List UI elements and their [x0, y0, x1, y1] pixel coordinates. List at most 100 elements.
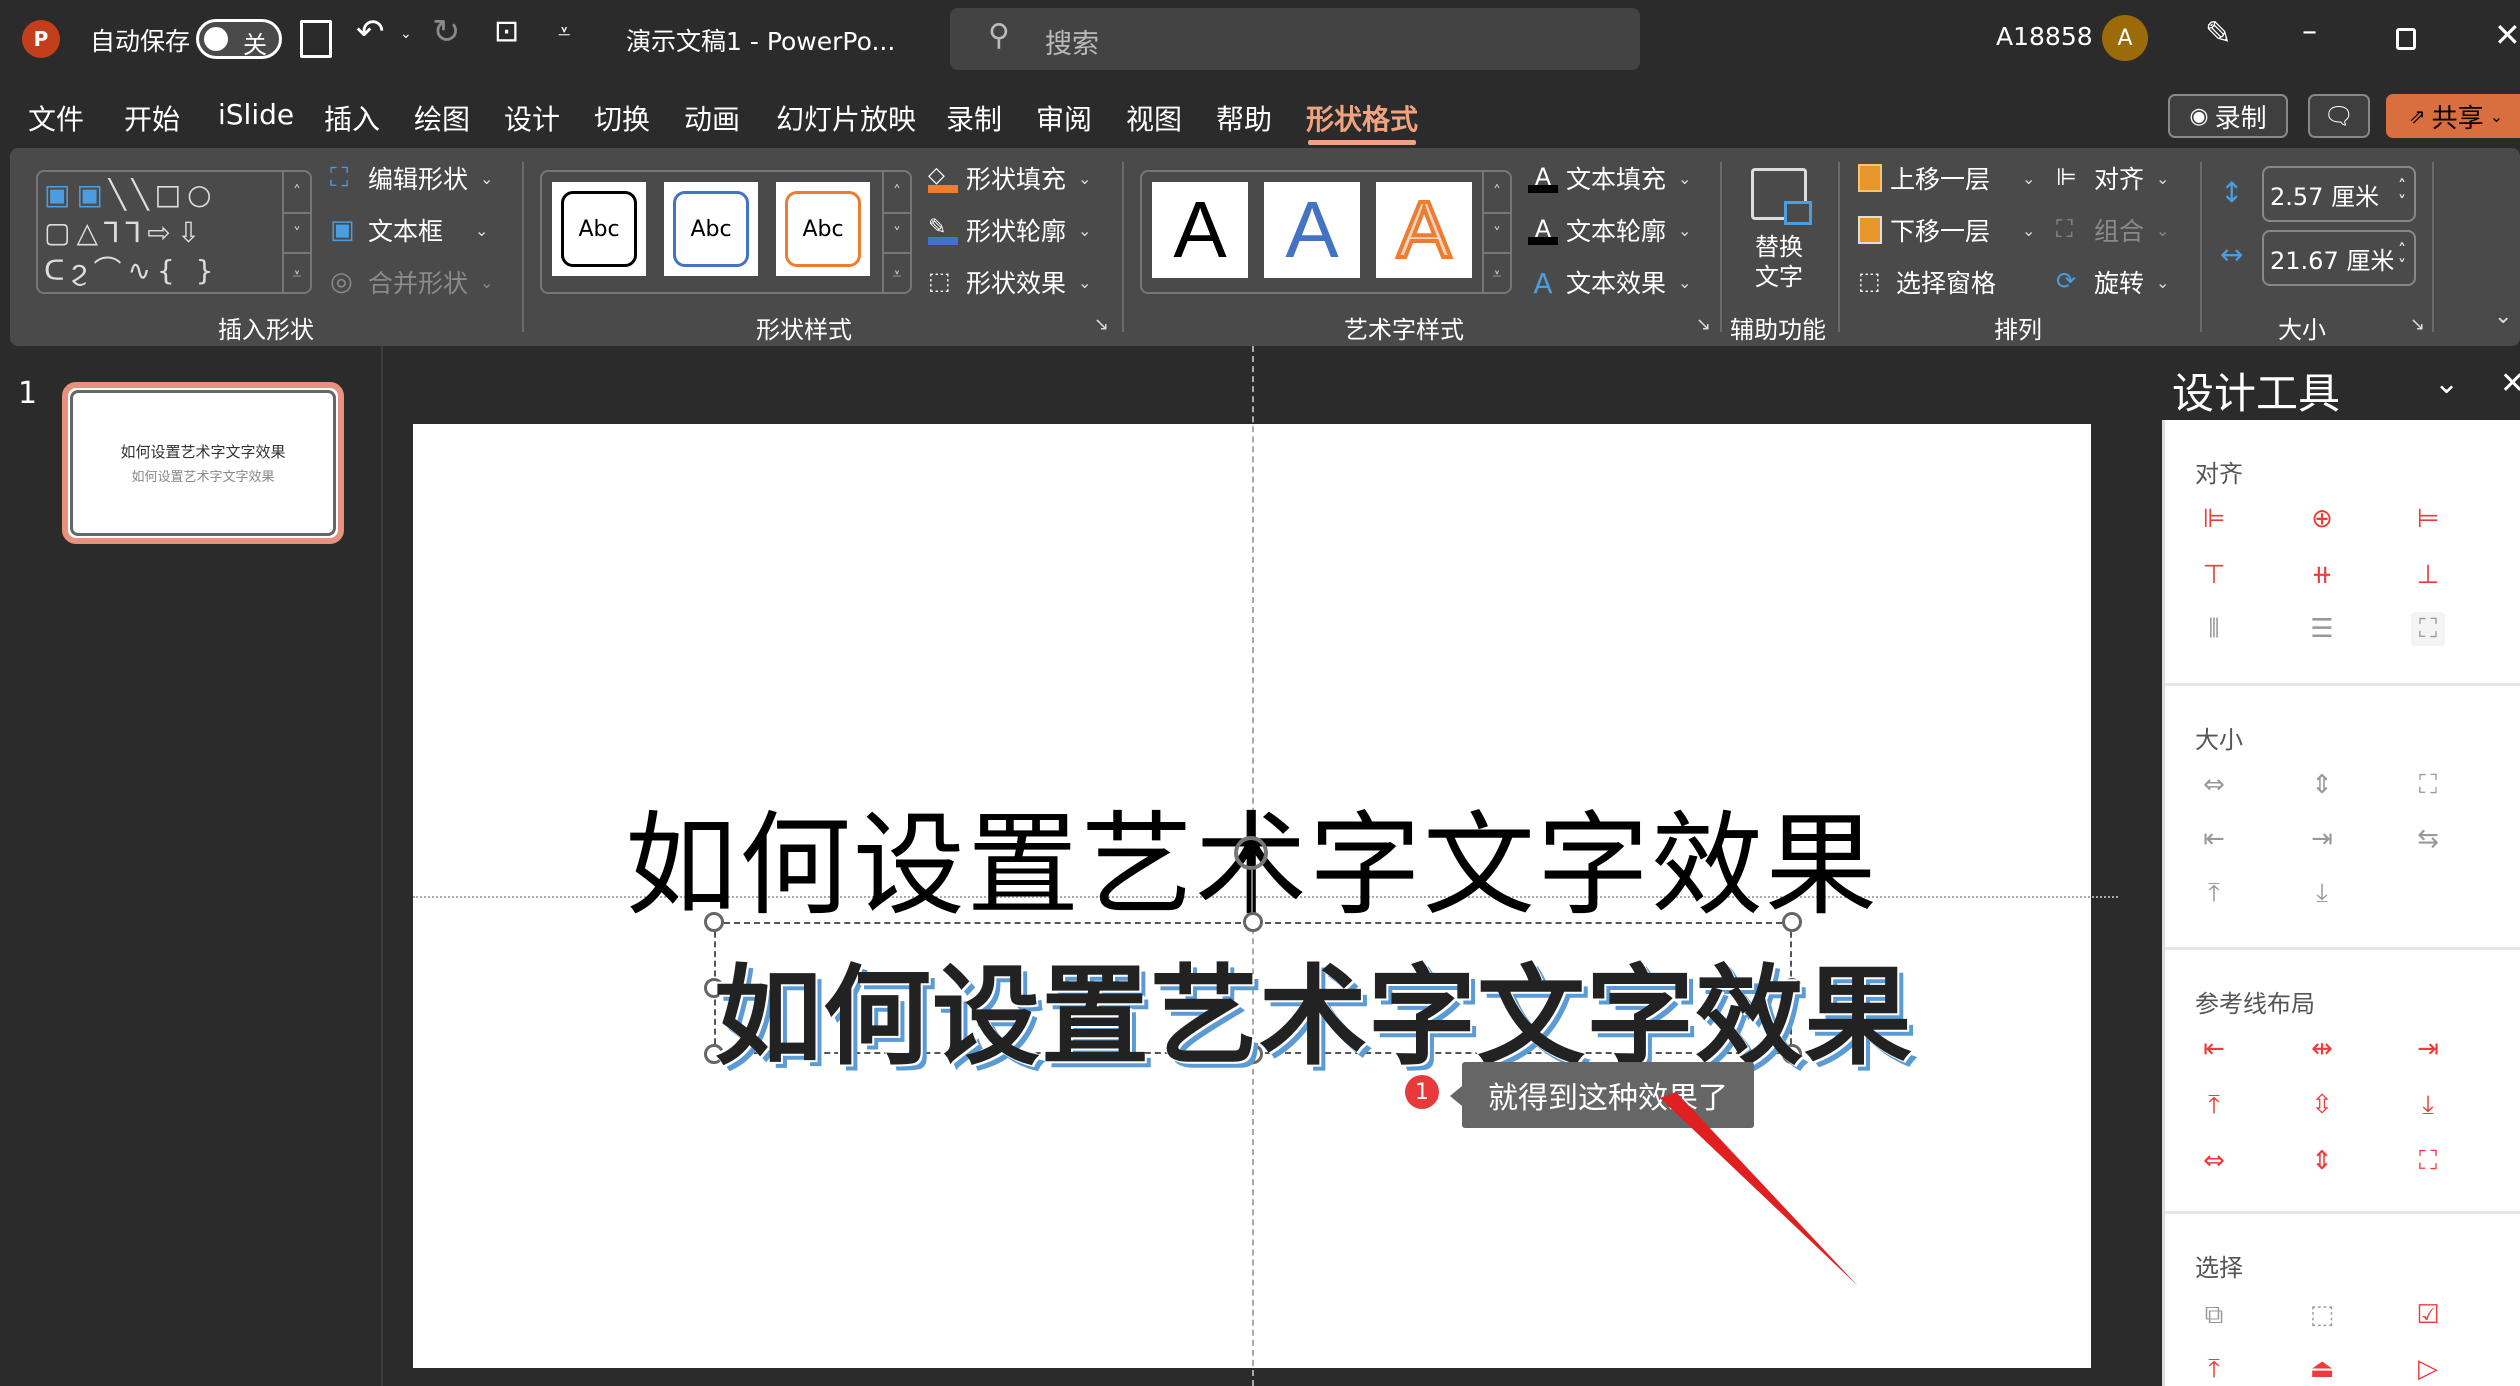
guide-center-h-icon[interactable]: ⇹ [2305, 1032, 2339, 1066]
spinner-arrows-icon[interactable]: ˄ ˅ [2398, 242, 2406, 274]
same-size-icon[interactable]: ⛶ [2411, 768, 2445, 802]
triangle-shape-icon[interactable]: △ [76, 216, 104, 249]
shape-style-preview-black[interactable]: Abc [552, 182, 646, 276]
textbox-shape-icon[interactable]: ▣▣ [44, 178, 109, 211]
distribute-horizontal-icon[interactable]: ⫴ [2197, 612, 2231, 646]
rotation-handle-icon[interactable] [1234, 836, 1268, 870]
panel-collapse-chevron-icon[interactable]: ⌄ [2434, 366, 2459, 401]
undo-dropdown-chevron-icon[interactable]: ⌄ [400, 26, 412, 42]
guide-fit-width-icon[interactable]: ⇔ [2197, 1144, 2231, 1178]
dialog-launcher-icon[interactable]: ↘ [2410, 314, 2425, 335]
tab-design[interactable]: 设计 [504, 98, 560, 138]
merge-shapes-button[interactable]: ◎ 合并形状 ⌄ [330, 264, 493, 300]
select-pointer-icon[interactable]: ▷ [2411, 1352, 2445, 1386]
shape-style-preview-blue[interactable]: Abc [664, 182, 758, 276]
line-shape-icon[interactable]: ╲╲ [109, 178, 155, 211]
collapse-ribbon-icon[interactable]: ⌄ [2494, 304, 2512, 329]
bring-forward-button[interactable]: 上移一层 ⌄ [1858, 160, 2035, 196]
tab-home[interactable]: 开始 [124, 98, 180, 138]
same-width-icon[interactable]: ⇔ [2197, 768, 2231, 802]
designer-pen-icon[interactable]: ✎ [2205, 14, 2232, 52]
guide-fit-all-icon[interactable]: ⛶ [2411, 1144, 2445, 1178]
resize-handle-top-left[interactable] [704, 912, 724, 932]
customize-toolbar-icon[interactable]: ⩡ [558, 20, 570, 45]
shape-outline-button[interactable]: ✎ 形状轮廓 ⌄ [928, 212, 1091, 248]
close-icon[interactable]: ✕ [2494, 16, 2520, 54]
gallery-scroll-down-icon[interactable]: ˅ [882, 212, 910, 252]
oval-shape-icon[interactable]: ○ [187, 178, 217, 211]
panel-close-icon[interactable]: ✕ [2500, 366, 2520, 401]
tab-draw[interactable]: 绘图 [414, 98, 470, 138]
user-name[interactable]: A18858 [1996, 22, 2093, 51]
text-fill-button[interactable]: A 文本填充 ⌄ [1528, 160, 1691, 196]
shapes-gallery[interactable]: ▣▣╲╲□○ ▢△⅂⅂⇨⇩ ᑕϩ⌒∿{ } ˄ ˅ ⩡ [36, 170, 312, 294]
dialog-launcher-icon[interactable]: ↘ [1696, 314, 1711, 335]
align-top-icon[interactable]: ⊤ [2197, 558, 2231, 592]
shape-width-input[interactable]: 21.67 厘米 ˄ ˅ [2262, 230, 2416, 286]
redo-icon[interactable]: ↻ [432, 12, 461, 52]
slide-thumbnail[interactable]: 如何设置艺术字文字效果 如何设置艺术字文字效果 [62, 382, 344, 544]
record-button[interactable]: ◉ 录制 [2168, 94, 2288, 138]
extend-top-icon[interactable]: ⤒ [2197, 876, 2231, 910]
freeform-shape-icon[interactable]: ᑕ [44, 254, 70, 287]
tab-review[interactable]: 审阅 [1036, 98, 1092, 138]
tab-help[interactable]: 帮助 [1216, 98, 1272, 138]
select-in-area-icon[interactable]: ⬚ [2305, 1298, 2339, 1332]
align-button[interactable]: ⊫ 对齐 ⌄ [2056, 160, 2169, 196]
gallery-more-icon[interactable]: ⩡ [282, 252, 310, 292]
guide-right-icon[interactable]: ⇥ [2411, 1032, 2445, 1066]
restore-icon[interactable] [2396, 28, 2416, 50]
resize-handle-top[interactable] [1243, 912, 1263, 932]
shape-effects-button[interactable]: ⬚ 形状效果 ⌄ [928, 264, 1091, 300]
share-button[interactable]: ⇗ 共享 ⌄ [2386, 94, 2520, 138]
text-outline-button[interactable]: A 文本轮廓 ⌄ [1528, 212, 1691, 248]
extend-bottom-icon[interactable]: ⤓ [2305, 876, 2339, 910]
tab-insert[interactable]: 插入 [324, 98, 380, 138]
selection-pane-button[interactable]: ⬚ 选择窗格 [1858, 264, 1996, 300]
select-same-level-icon[interactable]: ⏏ [2305, 1352, 2339, 1386]
avatar[interactable]: A [2102, 15, 2148, 61]
select-all-checked-icon[interactable]: ☑ [2411, 1298, 2445, 1332]
align-right-icon[interactable]: ⊨ [2411, 502, 2445, 536]
rectangle-shape-icon[interactable]: □ [155, 178, 187, 211]
scribble-shape-icon[interactable]: ϩ [70, 254, 93, 287]
guide-bottom-icon[interactable]: ⤓ [2411, 1088, 2445, 1122]
tab-record[interactable]: 录制 [946, 98, 1002, 138]
undo-icon[interactable]: ↶ [356, 12, 385, 52]
gallery-scroll-down-icon[interactable]: ˅ [1482, 212, 1510, 252]
extend-left-icon[interactable]: ⇤ [2197, 822, 2231, 856]
tab-islide[interactable]: iSlide [218, 98, 294, 131]
extend-right-icon[interactable]: ⇥ [2305, 822, 2339, 856]
rotate-button[interactable]: ⟳ 旋转 ⌄ [2056, 264, 2169, 300]
distribute-vertical-icon[interactable]: ☰ [2305, 612, 2339, 646]
arrow-down-shape-icon[interactable]: ⇩ [177, 216, 206, 249]
tab-slideshow[interactable]: 幻灯片放映 [776, 98, 916, 138]
align-left-icon[interactable]: ⊫ [2197, 502, 2231, 536]
wordart-style-black[interactable]: A [1152, 182, 1248, 278]
tab-transitions[interactable]: 切换 [594, 98, 650, 138]
guide-top-icon[interactable]: ⤒ [2197, 1088, 2231, 1122]
tab-file[interactable]: 文件 [28, 98, 84, 138]
brace-shape-icon[interactable]: { } [157, 254, 220, 287]
alt-text-button[interactable]: 替换 文字 [1744, 164, 1814, 304]
gallery-scroll-up-icon[interactable]: ˄ [1482, 172, 1510, 212]
gallery-scroll-down-icon[interactable]: ˅ [282, 212, 310, 252]
wordart-style-orange[interactable]: A [1376, 182, 1472, 278]
align-center-icon[interactable]: ⊕ [2305, 502, 2339, 536]
select-above-icon[interactable]: ⤒ [2197, 1352, 2231, 1386]
group-button[interactable]: ⛶ 组合 ⌄ [2056, 212, 2169, 248]
gallery-scroll-up-icon[interactable]: ˄ [882, 172, 910, 212]
comments-button[interactable]: 🗨 [2308, 94, 2370, 138]
rounded-rect-shape-icon[interactable]: ▢ [44, 216, 76, 249]
guide-fit-height-icon[interactable]: ⇕ [2305, 1144, 2339, 1178]
dialog-launcher-icon[interactable]: ↘ [1094, 314, 1109, 335]
connector-shape-icon[interactable]: ⅂⅂ [104, 216, 147, 249]
shape-style-preview-orange[interactable]: Abc [776, 182, 870, 276]
edit-shape-button[interactable]: ⛶ 编辑形状 ⌄ [330, 160, 493, 196]
minimize-icon[interactable]: – [2302, 14, 2317, 49]
wordart-style-blue[interactable]: A [1264, 182, 1360, 278]
guide-left-icon[interactable]: ⇤ [2197, 1032, 2231, 1066]
gallery-more-icon[interactable]: ⩡ [882, 252, 910, 292]
swap-size-icon[interactable]: ⇆ [2411, 822, 2445, 856]
search-box[interactable]: ⚲ 搜索 [950, 8, 1640, 70]
